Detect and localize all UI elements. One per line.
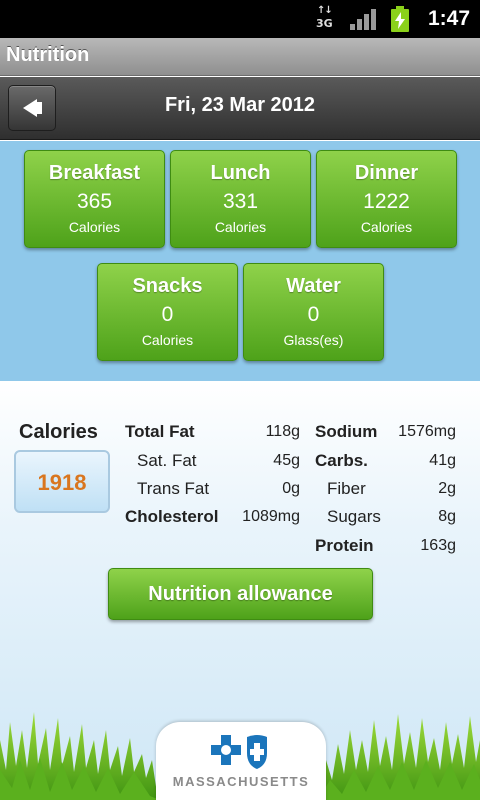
meal-value: 0 — [161, 303, 174, 326]
network-label: 3G — [316, 17, 333, 30]
app-title: Nutrition — [6, 44, 90, 66]
meal-unit: Calories — [214, 219, 267, 235]
meal-name: Snacks — [132, 275, 203, 297]
nutrient-value-sodium: 1576mg — [398, 423, 456, 440]
nutrient-value-sat-fat: 45g — [273, 452, 300, 469]
meal-unit: Glass(es) — [283, 332, 344, 348]
nutrient-label-sodium: Sodium — [315, 422, 378, 441]
meal-unit: Calories — [360, 219, 413, 235]
nutrient-label-carbs: Carbs. — [315, 451, 368, 470]
meal-value: 1222 — [363, 190, 410, 213]
cross-shield-logo-icon — [211, 735, 267, 769]
calories-label: Calories — [19, 421, 98, 443]
nutrient-label-cholesterol: Cholesterol — [125, 507, 219, 526]
meal-name: Dinner — [354, 162, 419, 184]
meal-value: 365 — [76, 190, 113, 213]
3g-icon: ↑↓ 3G — [316, 5, 333, 30]
signal-icon — [350, 8, 376, 30]
meals-panel: Breakfast 365 Calories Lunch 331 Calorie… — [0, 141, 480, 381]
nutrient-value-fiber: 2g — [438, 480, 456, 497]
date-header: Fri, 23 Mar 2012 — [0, 77, 480, 140]
meal-tile-snacks[interactable]: Snacks 0 Calories — [97, 263, 238, 361]
status-bar: ↑↓ 3G 1:47 — [0, 0, 480, 38]
meal-name: Lunch — [210, 162, 271, 184]
meal-tile-dinner[interactable]: Dinner 1222 Calories — [316, 150, 457, 248]
brand-text: MASSACHUSETTS — [172, 774, 310, 789]
clock: 1:47 — [427, 7, 470, 30]
meal-tile-water[interactable]: Water 0 Glass(es) — [243, 263, 384, 361]
meal-name: Breakfast — [48, 162, 141, 184]
meal-tile-lunch[interactable]: Lunch 331 Calories — [170, 150, 311, 248]
nutrient-label-sat-fat: Sat. Fat — [137, 451, 197, 470]
nutrient-label-fiber: Fiber — [327, 479, 366, 498]
battery-charging-icon — [391, 6, 409, 32]
nutrition-allowance-button[interactable]: Nutrition allowance — [108, 568, 373, 620]
nutrient-value-cholesterol: 1089mg — [242, 508, 300, 525]
nutrient-value-total-fat: 118g — [265, 423, 300, 440]
meal-name: Water — [286, 275, 341, 297]
meal-value: 0 — [307, 303, 320, 326]
nutrient-label-sugars: Sugars — [327, 507, 381, 526]
nutrient-label-trans-fat: Trans Fat — [137, 479, 210, 498]
meal-value: 331 — [222, 190, 259, 213]
nutrient-value-carbs: 41g — [429, 452, 456, 469]
nutrient-label-total-fat: Total Fat — [125, 422, 195, 441]
current-date: Fri, 23 Mar 2012 — [164, 94, 316, 116]
calories-total: 1918 — [37, 470, 87, 495]
nutrient-value-trans-fat: 0g — [282, 480, 300, 497]
nutrient-label-protein: Protein — [315, 536, 374, 555]
meal-unit: Calories — [141, 332, 194, 348]
app-title-bar: Nutrition — [0, 38, 480, 76]
nutrient-value-protein: 163g — [420, 537, 456, 554]
meal-tile-breakfast[interactable]: Breakfast 365 Calories — [24, 150, 165, 248]
meal-unit: Calories — [68, 219, 121, 235]
nutrient-value-sugars: 8g — [438, 508, 456, 525]
